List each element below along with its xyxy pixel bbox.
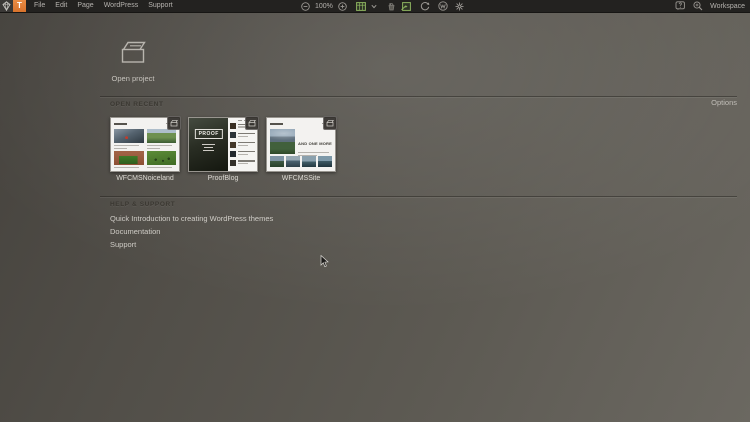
grid-view-icon[interactable]	[356, 1, 366, 11]
thumb-proof-logo: PROOF	[194, 129, 223, 139]
recent-project-wfcmssite[interactable]: AND ONE MORE WFCMSSite	[266, 116, 337, 182]
help-link-quick-introduction[interactable]: Quick Introduction to creating WordPress…	[110, 214, 273, 224]
paint-bucket-icon[interactable]	[387, 2, 396, 11]
open-recent-heading: OPEN RECENT	[110, 101, 164, 108]
thumb-photo-tractor	[114, 151, 144, 165]
open-project-label: Open project	[111, 74, 155, 83]
refresh-icon[interactable]	[420, 1, 430, 11]
zoom-in-icon[interactable]	[338, 1, 347, 11]
thumb-photo-mountain	[114, 129, 144, 143]
app-logo-icon[interactable]	[0, 0, 13, 12]
zoom-out-icon[interactable]	[301, 1, 310, 11]
open-box-badge-icon	[170, 120, 178, 127]
view-toolbar: 100%	[301, 0, 464, 12]
menu-support[interactable]: Support	[148, 0, 173, 12]
project-thumbnail[interactable]	[110, 116, 181, 172]
document-app-icon[interactable]: T	[13, 0, 26, 12]
menu-wordpress[interactable]: WordPress	[104, 0, 139, 12]
menu-file[interactable]: File	[34, 0, 45, 12]
right-toolbar: Workspace	[675, 0, 745, 12]
thumb-hero-photo	[270, 129, 296, 154]
project-badge	[245, 116, 259, 130]
app-window: { "window": { "app_icon_letter": "T", "m…	[0, 0, 750, 422]
recent-project-proofblog[interactable]: PROOF ProofBlog	[188, 116, 259, 182]
project-badge	[323, 116, 337, 130]
menu-page[interactable]: Page	[77, 0, 93, 12]
help-links-list: Quick Introduction to creating WordPress…	[110, 214, 273, 253]
help-icon[interactable]	[675, 1, 686, 11]
project-name: ProofBlog	[207, 175, 239, 182]
top-menu-bar: T File Edit Page WordPress Support 100%	[0, 0, 750, 13]
open-box-badge-icon	[326, 120, 334, 127]
menu-list: File Edit Page WordPress Support	[34, 0, 173, 12]
help-link-support[interactable]: Support	[110, 240, 273, 250]
project-name: WFCMSSite	[281, 175, 321, 182]
menu-edit[interactable]: Edit	[55, 0, 67, 12]
help-link-documentation[interactable]: Documentation	[110, 227, 273, 237]
thumb-photo-valley	[146, 129, 176, 143]
open-box-badge-icon	[248, 120, 256, 127]
project-name: WFCMSNoiceland	[116, 175, 174, 182]
recent-projects-list: WFCMSNoiceland PROOF ProofBlog AND ONE M…	[110, 116, 337, 182]
thumb-headline: AND ONE MORE	[298, 141, 332, 146]
open-project-button[interactable]: Open project	[106, 39, 160, 83]
thumb-photo-field	[146, 151, 176, 165]
divider	[100, 196, 737, 198]
thumb-dark-hero: PROOF	[189, 118, 229, 171]
help-support-heading: HELP & SUPPORT	[110, 201, 176, 208]
project-thumbnail[interactable]: AND ONE MORE	[266, 116, 337, 172]
import-page-icon[interactable]	[401, 1, 411, 11]
divider	[100, 96, 737, 98]
zoom-search-icon[interactable]	[693, 1, 703, 11]
options-link[interactable]: Options	[711, 98, 737, 107]
mouse-cursor	[320, 255, 329, 268]
grid-dropdown-chevron-icon[interactable]	[371, 4, 377, 9]
zoom-level[interactable]: 100%	[315, 3, 333, 10]
wordpress-icon[interactable]	[438, 1, 448, 11]
project-badge	[167, 116, 181, 130]
project-thumbnail[interactable]: PROOF	[188, 116, 259, 172]
recent-project-wfcmsnoiceland[interactable]: WFCMSNoiceland	[110, 116, 181, 182]
settings-sparkle-icon[interactable]	[455, 2, 464, 11]
workspace-button[interactable]: Workspace	[710, 3, 745, 10]
open-box-icon	[121, 41, 146, 63]
app-icon-letter: T	[17, 1, 22, 10]
diamond-logo-icon	[2, 1, 11, 11]
